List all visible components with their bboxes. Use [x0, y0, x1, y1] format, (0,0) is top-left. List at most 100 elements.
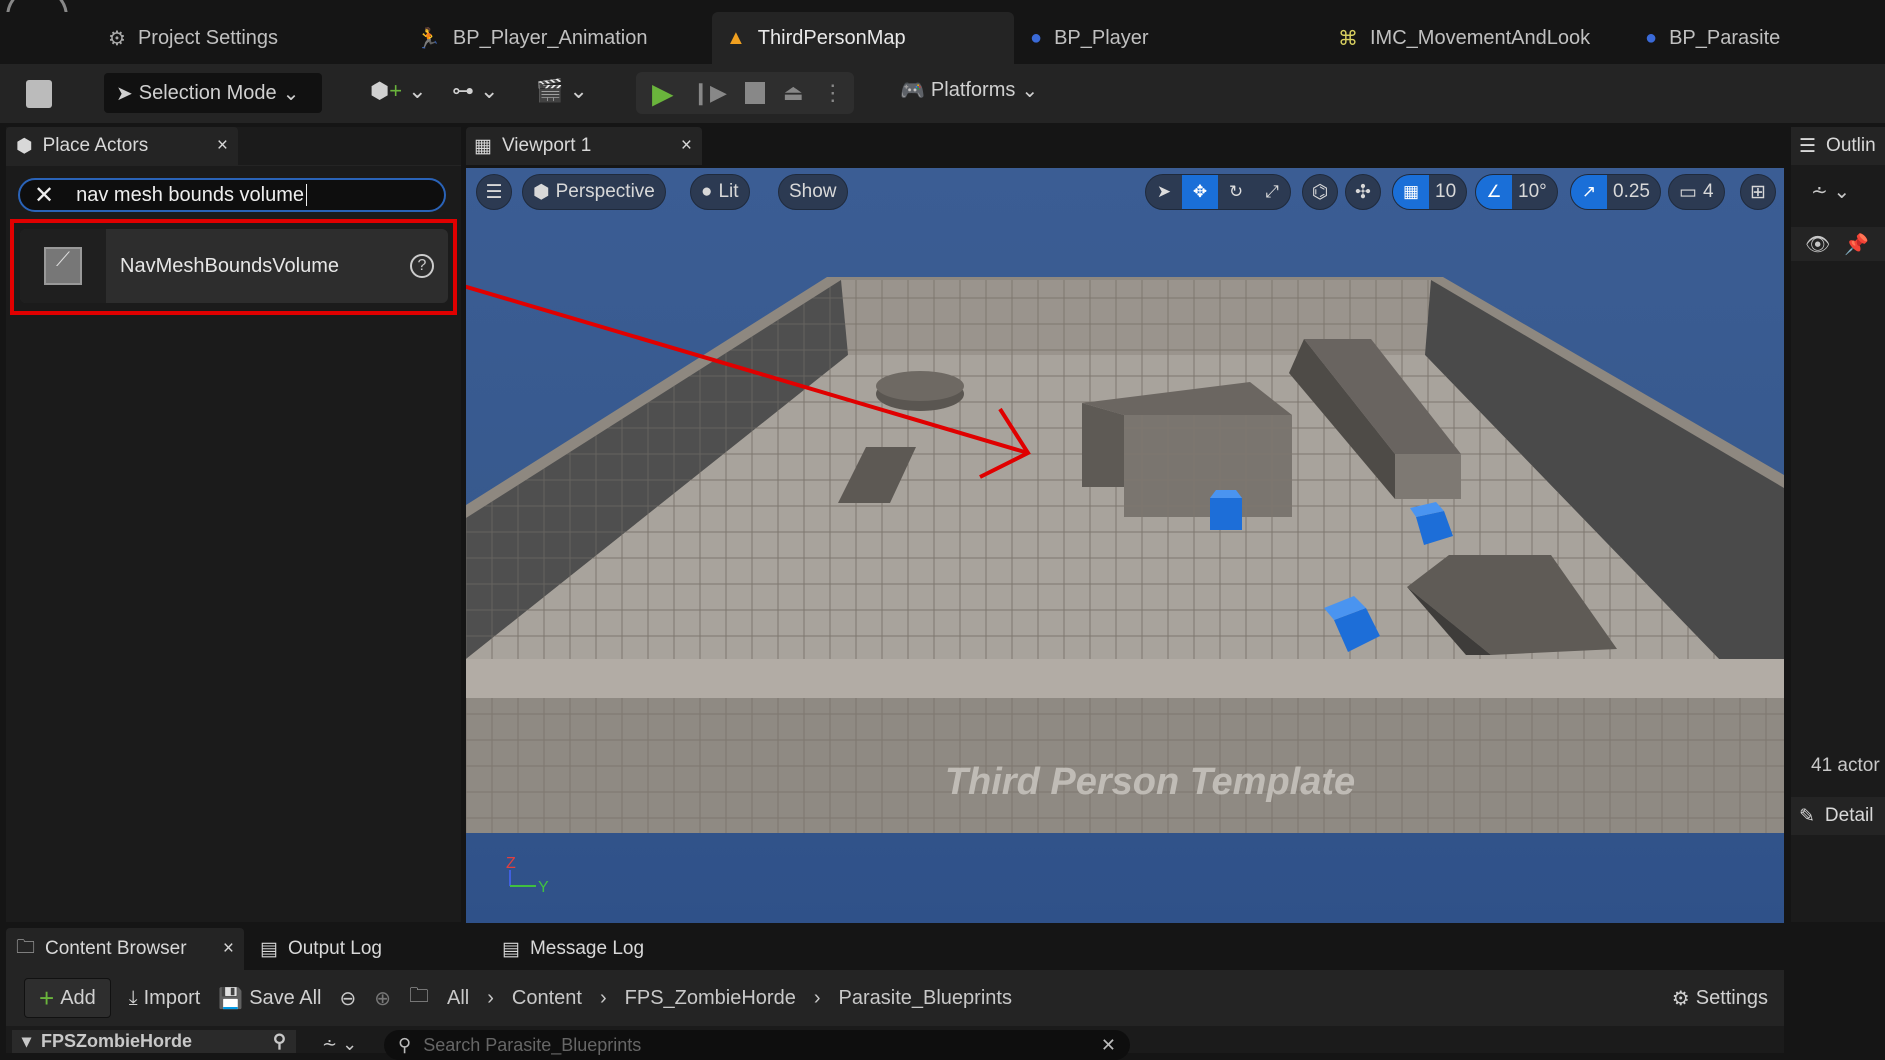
surface-snap-button[interactable]: ⌬: [1302, 174, 1338, 210]
chevron-right-icon: ›: [487, 986, 494, 1009]
translate-icon[interactable]: ✥: [1182, 175, 1218, 209]
cube-icon: ⬢: [533, 181, 550, 203]
perspective-button[interactable]: ⬢ Perspective: [522, 174, 666, 210]
tab-content-browser[interactable]: 🗀 Content Browser ×: [6, 928, 244, 970]
collapse-icon[interactable]: ▾: [22, 1031, 31, 1052]
add-actor-button[interactable]: ⬢+ ⌄: [370, 78, 427, 104]
eject-icon[interactable]: ⏏: [783, 80, 804, 106]
visibility-icon[interactable]: 👁: [1805, 232, 1830, 257]
chevron-down-icon: ⌄: [408, 78, 427, 103]
tab-thirdpersonmap[interactable]: ▲ ThirdPersonMap: [712, 12, 1014, 64]
asset-search-input[interactable]: ⚲ Search Parasite_Blueprints ✕: [384, 1030, 1130, 1060]
clear-icon[interactable]: ✕: [1101, 1035, 1116, 1056]
viewport-menu-button[interactable]: ☰: [476, 174, 512, 210]
tab-bp-parasite[interactable]: ● BP_Parasite: [1645, 12, 1780, 64]
rotate-icon[interactable]: ↻: [1218, 175, 1254, 209]
filter-icon[interactable]: ⩪ ⌄: [1811, 179, 1850, 204]
add-button[interactable]: + Add: [24, 978, 111, 1018]
level-viewport[interactable]: Third Person Template Z Y: [466, 168, 1784, 923]
level-icon: ▲: [726, 26, 746, 49]
blueprint-icon: ⊶: [452, 78, 474, 103]
close-icon[interactable]: ×: [681, 135, 692, 157]
breadcrumb-all[interactable]: All: [447, 987, 469, 1010]
axis-z: Z: [506, 855, 516, 872]
tab-message-log[interactable]: ▤ Message Log: [492, 928, 654, 970]
clapperboard-icon: 🎬: [536, 78, 564, 103]
import-button[interactable]: ⤓ Import: [129, 987, 201, 1010]
search-icon: ⚲: [398, 1034, 412, 1055]
breadcrumb-parasite-blueprints[interactable]: Parasite_Blueprints: [839, 987, 1012, 1010]
camera-speed[interactable]: ▭ 4: [1668, 174, 1725, 210]
tab-imc-movementandlook[interactable]: ⌘ IMC_MovementAndLook: [1338, 12, 1590, 64]
save-all-button[interactable]: 💾 Save All: [218, 986, 321, 1011]
tab-output-log[interactable]: ▤ Output Log: [250, 928, 392, 970]
settings-button[interactable]: ⚙ Settings: [1672, 986, 1768, 1011]
scale-icon[interactable]: ⤢: [1254, 175, 1290, 209]
gamepad-icon: 🎮: [900, 80, 925, 102]
output-log-icon: ▤: [260, 938, 278, 960]
chevron-right-icon: ›: [599, 986, 607, 1009]
surface-snap-icon: ⌬: [1311, 181, 1329, 203]
clear-search-icon[interactable]: ✕: [34, 181, 54, 210]
close-icon[interactable]: ×: [217, 135, 228, 157]
scale-snap[interactable]: ↗ 0.25: [1570, 174, 1661, 210]
scale-arrow-icon: ↗: [1571, 175, 1607, 209]
pin-icon[interactable]: 📌: [1844, 232, 1869, 257]
sphere-icon: ●: [701, 181, 713, 202]
rotation-snap[interactable]: ∠ 10°: [1475, 174, 1558, 210]
search-icon[interactable]: ⚲: [273, 1031, 286, 1052]
blueprint-person-icon: ●: [1645, 26, 1658, 49]
play-icon[interactable]: ▶: [652, 77, 674, 110]
breadcrumb-fps-zombiehorde[interactable]: FPS_ZombieHorde: [625, 987, 796, 1010]
tab-project-settings[interactable]: ⚙ Project Settings: [108, 12, 278, 64]
close-icon[interactable]: ×: [223, 938, 234, 960]
add-actor-icon: ⬢+: [370, 78, 403, 103]
help-icon[interactable]: ?: [410, 254, 434, 278]
world-icon: ✣: [1355, 181, 1371, 203]
transform-tools: ➤ ✥ ↻ ⤢: [1145, 174, 1291, 210]
cinematics-button[interactable]: 🎬 ⌄: [536, 78, 588, 104]
lit-button[interactable]: ● Lit: [690, 174, 750, 210]
content-browser-toolbar: + Add ⤓ Import 💾 Save All ⊖ ⊕ 🗀 All › Content…: [6, 970, 1784, 1026]
arena: [466, 277, 1784, 833]
main-toolbar: ➤ Selection Mode ⌄ ⬢+ ⌄ ⊶ ⌄ 🎬 ⌄ ▶ ❙▶ ⏏ ⋮ 🎮 Pla…: [0, 64, 1885, 123]
show-button[interactable]: Show: [778, 174, 848, 210]
volume-icon: ⟋: [20, 229, 106, 303]
scene: Third Person Template Z Y: [466, 277, 1784, 896]
tab-place-actors[interactable]: ⬢ Place Actors ×: [6, 127, 238, 165]
filter-icon[interactable]: ⩪ ⌄: [322, 1034, 357, 1055]
breadcrumb-content[interactable]: Content: [512, 987, 582, 1010]
layout-button[interactable]: ⊞: [1740, 174, 1776, 210]
outliner-icon: ☰: [1799, 135, 1817, 157]
actor-result-navmeshboundsvolume[interactable]: ⟋ NavMeshBoundsVolume ?: [20, 229, 448, 303]
outliner-panel: ☰Outlin ⩪ ⌄ 👁📌It 41 actor ✎Detail: [1791, 127, 1885, 922]
grid-snap[interactable]: ▦ 10: [1392, 174, 1468, 210]
tab-bp-player-animation[interactable]: 🏃 BP_Player_Animation: [416, 12, 647, 64]
hamburger-icon: ☰: [485, 181, 503, 203]
world-local-button[interactable]: ✣: [1345, 174, 1381, 210]
folder-icon: 🗀: [409, 985, 430, 1007]
plus-icon: +: [39, 982, 55, 1013]
tab-outliner[interactable]: ☰ Outlin: [1791, 127, 1885, 165]
select-icon[interactable]: ➤: [1146, 175, 1182, 209]
blueprint-button[interactable]: ⊶ ⌄: [452, 78, 498, 104]
place-actors-panel: ⬢ Place Actors × ✕ nav mesh bounds volume…: [6, 127, 461, 922]
platforms-dropdown[interactable]: 🎮 Platforms ⌄: [900, 78, 1038, 103]
tab-bp-player[interactable]: ● BP_Player: [1030, 12, 1149, 64]
save-icon[interactable]: [26, 80, 52, 108]
input-mapping-icon: ⌘: [1338, 27, 1358, 50]
back-icon[interactable]: ⊖: [339, 986, 356, 1011]
import-icon: ⤓: [128, 986, 138, 1009]
more-options-icon[interactable]: ⋮: [822, 80, 844, 106]
step-icon[interactable]: ❙▶: [692, 80, 727, 106]
actor-search-input[interactable]: ✕ nav mesh bounds volume: [18, 178, 446, 212]
camera-icon: ▭: [1679, 181, 1697, 203]
tab-details[interactable]: ✎ Detail: [1791, 797, 1885, 835]
forward-icon[interactable]: ⊕: [374, 986, 391, 1011]
selection-mode-dropdown[interactable]: ➤ Selection Mode ⌄: [104, 73, 322, 113]
save-icon: 💾: [218, 987, 244, 1010]
stop-icon[interactable]: [744, 82, 765, 104]
cursor-icon: ➤: [116, 82, 133, 105]
chevron-down-icon: ⌄: [1021, 80, 1039, 102]
tab-viewport-1[interactable]: ▦ Viewport 1 ×: [466, 127, 702, 165]
